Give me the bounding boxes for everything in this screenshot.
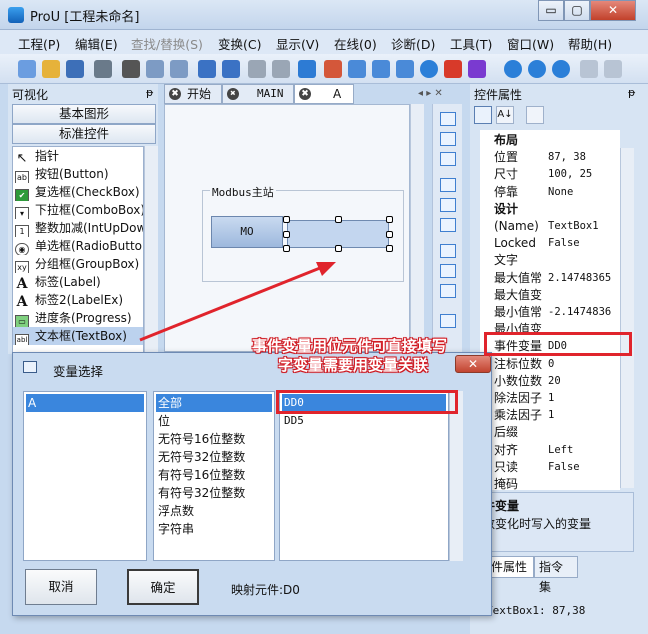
highlight-event-variable xyxy=(484,332,632,356)
arrowhead xyxy=(316,262,336,276)
highlight-dd0 xyxy=(276,390,458,414)
annotation-line2: 字变量需要用变量关联 xyxy=(278,356,429,374)
annotation-line1: 事件变量用位元件可直接填写 xyxy=(252,337,448,355)
arrow-to-textbox xyxy=(139,266,321,342)
annotation-arrows xyxy=(139,262,336,342)
